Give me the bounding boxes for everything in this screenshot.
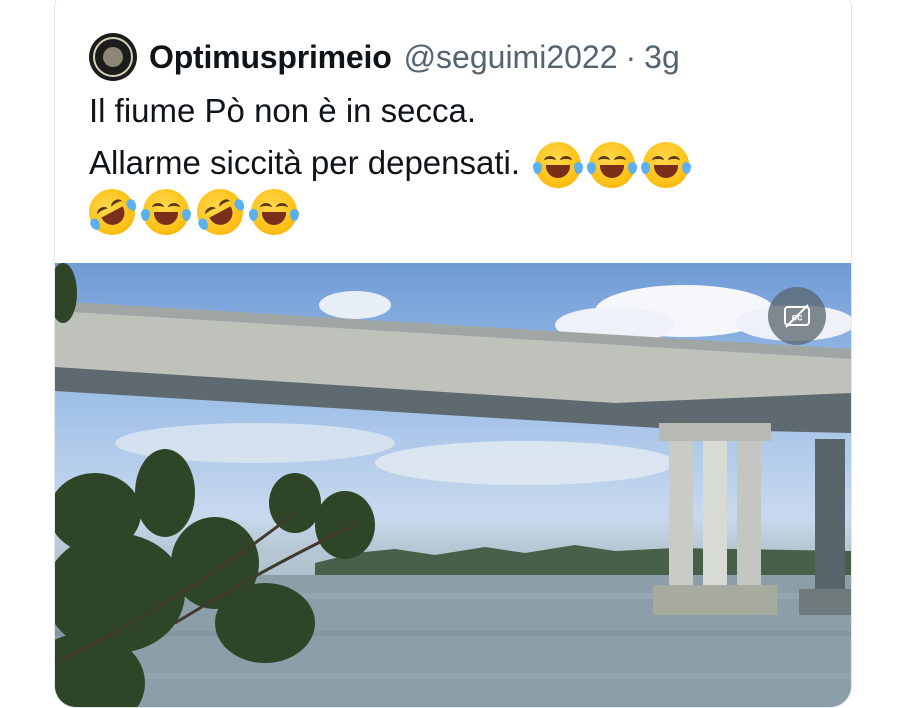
svg-text:cc: cc bbox=[791, 313, 803, 324]
face-with-tears-of-joy-icon bbox=[249, 189, 299, 235]
rolling-on-the-floor-laughing-icon bbox=[80, 180, 144, 244]
avatar-core bbox=[103, 47, 123, 67]
tweet-header: Optimusprimeio @seguimi2022 · 3g bbox=[89, 27, 680, 87]
bridge-pier-cap bbox=[659, 423, 771, 441]
tweet-text-line-2-wrap: Allarme siccità per depensati. bbox=[89, 137, 692, 189]
tweet-text: Il fiume Pò non è in secca. Allarme sicc… bbox=[80, 85, 692, 244]
face-with-tears-of-joy-icon bbox=[533, 142, 584, 189]
author-handle[interactable]: @seguimi2022 bbox=[404, 39, 618, 76]
avatar-ring bbox=[93, 37, 133, 77]
face-with-tears-of-joy-icon bbox=[141, 189, 191, 235]
author-name[interactable]: Optimusprimeio bbox=[149, 39, 392, 76]
closed-captions-off-icon: cc bbox=[784, 304, 810, 328]
avatar[interactable] bbox=[89, 33, 137, 81]
tweet-timestamp[interactable]: 3g bbox=[644, 39, 680, 76]
video-frame bbox=[55, 263, 851, 707]
tweet-text-line-2: Allarme siccità per depensati. bbox=[89, 144, 521, 181]
bridge-pier-base bbox=[799, 589, 851, 615]
bridge-pier bbox=[815, 439, 845, 599]
face-with-tears-of-joy-icon bbox=[587, 142, 638, 189]
tweet-card[interactable]: Optimusprimeio @seguimi2022 · 3g Il fium… bbox=[54, 0, 852, 708]
face-with-tears-of-joy-icon bbox=[641, 142, 692, 189]
bridge-pier bbox=[669, 433, 693, 603]
bridge-pier bbox=[703, 435, 727, 603]
tweet-video[interactable]: cc bbox=[55, 263, 851, 707]
bridge-pier-base bbox=[653, 585, 777, 615]
bridge-pier bbox=[737, 435, 761, 603]
closed-captions-button[interactable]: cc bbox=[768, 287, 826, 345]
emoji-row-1 bbox=[533, 142, 692, 189]
emoji-row-2 bbox=[80, 180, 689, 244]
river-band bbox=[55, 631, 851, 636]
rolling-on-the-floor-laughing-icon bbox=[188, 180, 252, 244]
tweet-text-line-1: Il fiume Pò non è in secca. bbox=[89, 92, 477, 129]
cloud bbox=[375, 441, 675, 485]
treeline bbox=[315, 545, 851, 579]
cloud bbox=[319, 291, 391, 319]
header-separator: · bbox=[625, 38, 637, 75]
